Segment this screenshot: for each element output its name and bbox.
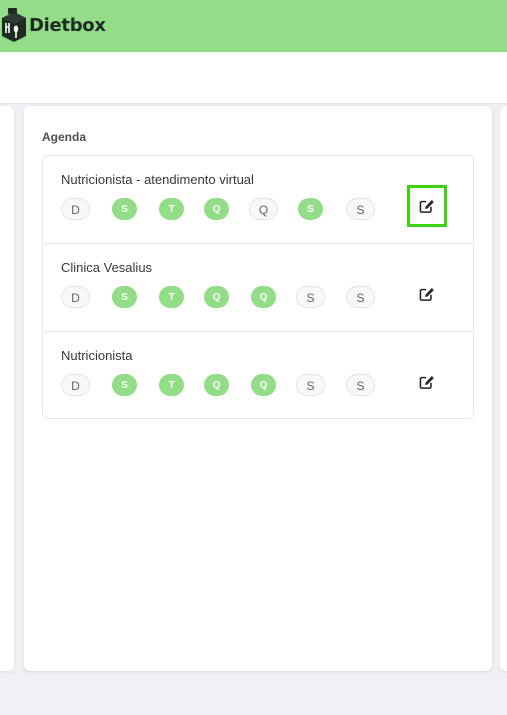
- sub-header: [0, 52, 507, 104]
- weekday-chip-inactive: D: [61, 374, 90, 396]
- weekday-chip-active: Q: [251, 286, 276, 308]
- dietbox-logo[interactable]: Dietbox: [0, 6, 106, 44]
- edit-icon: [419, 376, 434, 389]
- weekday-chip-active: S: [298, 198, 323, 220]
- edit-icon: [419, 288, 434, 301]
- weekday-chip-inactive: D: [61, 198, 90, 220]
- weekday-chip-active: S: [112, 198, 137, 220]
- edit-agenda-button[interactable]: [407, 273, 447, 315]
- weekday-chip-inactive: D: [61, 286, 90, 308]
- weekday-chip-active: S: [112, 286, 137, 308]
- agenda-item-name: Clinica Vesalius: [61, 260, 153, 275]
- weekday-chip-active: Q: [204, 286, 229, 308]
- weekday-chip-active: T: [159, 374, 184, 396]
- weekday-chip-inactive: S: [296, 286, 325, 308]
- agenda-item-name: Nutricionista - atendimento virtual: [61, 172, 254, 187]
- agenda-item: Nutricionista D S T Q Q S S: [43, 332, 473, 418]
- agenda-title: Agenda: [42, 130, 87, 144]
- adjacent-card-left: [0, 106, 14, 671]
- adjacent-card-right: [500, 106, 507, 671]
- dietbox-logo-icon: [2, 8, 26, 42]
- weekday-chip-inactive: S: [346, 374, 375, 396]
- top-navbar: Dietbox: [0, 0, 507, 52]
- edit-agenda-button[interactable]: [407, 185, 447, 227]
- weekday-chip-active: T: [159, 286, 184, 308]
- edit-agenda-button[interactable]: [407, 361, 447, 403]
- weekday-chip-inactive: S: [346, 198, 375, 220]
- weekday-chip-inactive: Q: [249, 198, 278, 220]
- weekday-chip-active: Q: [204, 198, 229, 220]
- agenda-card: Agenda Nutricionista - atendimento virtu…: [24, 106, 492, 671]
- weekday-chip-active: Q: [204, 374, 229, 396]
- edit-icon: [419, 200, 434, 213]
- weekday-chip-inactive: S: [296, 374, 325, 396]
- weekday-chip-active: Q: [251, 374, 276, 396]
- agenda-item: Nutricionista - atendimento virtual D S T Q Q…: [43, 156, 473, 244]
- weekday-chip-active: S: [112, 374, 137, 396]
- brand-name: Dietbox: [29, 14, 106, 36]
- agenda-item-name: Nutricionista: [61, 348, 133, 363]
- weekday-chip-active: T: [159, 198, 184, 220]
- agenda-list: Nutricionista - atendimento virtual D S T Q Q…: [42, 155, 474, 419]
- weekday-chip-inactive: S: [346, 286, 375, 308]
- agenda-item: Clinica Vesalius D S T Q Q S S: [43, 244, 473, 332]
